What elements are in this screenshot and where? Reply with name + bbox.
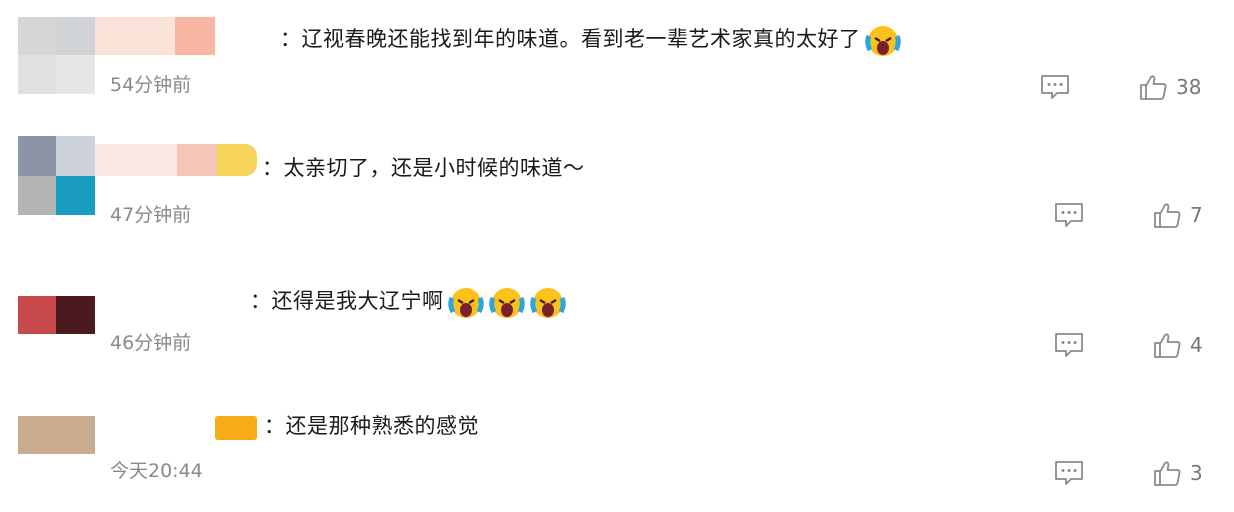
screaming-face-emoji-icon [529, 284, 567, 320]
like-button[interactable]: 3 [1152, 458, 1203, 488]
reply-button[interactable] [1054, 200, 1084, 230]
like-count: 38 [1176, 75, 1202, 99]
comment-time: 47分钟前 [110, 204, 192, 226]
like-count: 4 [1190, 333, 1203, 357]
comment-text: ：还是那种熟悉的感觉 [264, 414, 479, 438]
comment-bubble-icon [1055, 203, 1083, 227]
like-count: 7 [1190, 203, 1203, 227]
comment-item: ：辽视春晚还能找到年的味道。看到老一辈艺术家真的太好了 54分钟前 38 [0, 0, 1234, 130]
like-button[interactable]: 7 [1152, 200, 1203, 230]
avatar[interactable] [18, 296, 95, 334]
avatar[interactable] [18, 416, 95, 454]
username-censored[interactable] [95, 17, 215, 55]
comment-text: ：辽视春晚还能找到年的味道。看到老一辈艺术家真的太好了 [280, 22, 902, 58]
screaming-face-emoji-icon [488, 284, 526, 320]
comment-text: ：还得是我大辽宁啊 [250, 284, 567, 320]
screaming-face-emoji-icon [864, 22, 902, 58]
comment-bubble-icon [1041, 75, 1069, 99]
avatar[interactable] [18, 17, 95, 94]
thumbs-up-icon [1140, 75, 1167, 100]
thumbs-up-icon [1154, 461, 1181, 486]
avatar[interactable] [18, 136, 95, 215]
comment-time: 54分钟前 [110, 74, 192, 96]
like-button[interactable]: 38 [1138, 72, 1201, 102]
like-button[interactable]: 4 [1152, 330, 1203, 360]
thumbs-up-icon [1154, 333, 1181, 358]
comment-time: 今天20:44 [110, 460, 203, 482]
comment-text: ：太亲切了，还是小时候的味道～ [262, 156, 585, 180]
thumbs-up-icon [1154, 203, 1181, 228]
like-count: 3 [1190, 461, 1203, 485]
screaming-face-emoji-icon [447, 284, 485, 320]
username-censored[interactable] [95, 144, 257, 176]
reply-button[interactable] [1054, 330, 1084, 360]
comment-time: 46分钟前 [110, 332, 192, 354]
comment-item: ：太亲切了，还是小时候的味道～ 47分钟前 7 [0, 130, 1234, 260]
username-censored[interactable] [215, 416, 257, 440]
reply-button[interactable] [1054, 458, 1084, 488]
comment-item: ：还是那种熟悉的感觉 今天20:44 3 [0, 390, 1234, 512]
comment-bubble-icon [1055, 461, 1083, 485]
comment-bubble-icon [1055, 333, 1083, 357]
reply-button[interactable] [1040, 72, 1070, 102]
comment-item: ：还得是我大辽宁啊 46分钟前 4 [0, 260, 1234, 390]
